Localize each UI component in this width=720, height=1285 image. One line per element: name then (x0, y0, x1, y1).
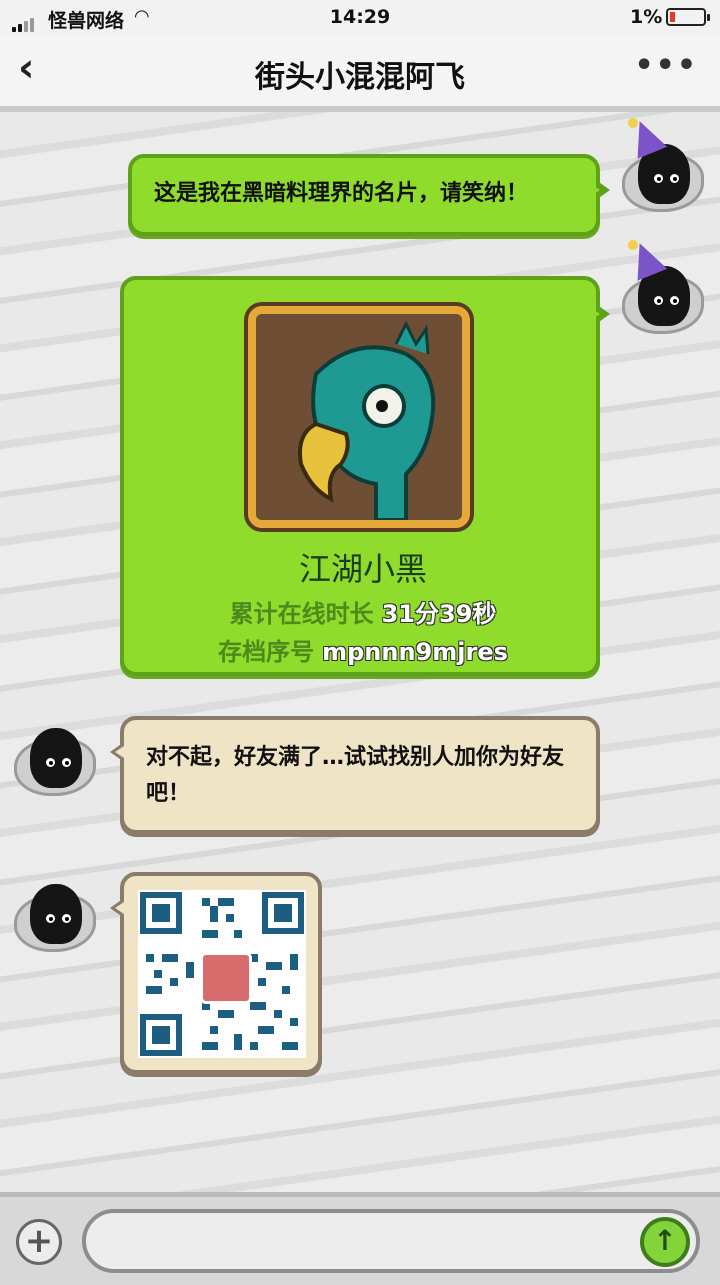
avatar-self[interactable] (620, 237, 706, 338)
save-id-label: 存档序号 (218, 638, 315, 666)
message-input[interactable] (82, 1209, 700, 1273)
message-bubble[interactable]: 这是我在黑暗料理界的名片，请笑纳！ (128, 154, 610, 236)
page-title: 街头小混混阿飞 (255, 60, 465, 95)
message-bubble[interactable]: 对不起，好友满了…试试找别人加你为好友吧！ (110, 716, 600, 834)
qr-finder-marker (140, 892, 182, 934)
qr-code-bubble[interactable] (110, 872, 322, 1074)
profile-card-bubble[interactable]: 江湖小黑 累计在线时长 31分39秒 存档序号 mpnnn9mjres (120, 276, 610, 676)
plus-icon[interactable]: + (16, 1219, 62, 1265)
online-time-label: 累计在线时长 (229, 600, 374, 628)
composer-bar: + ↑ (0, 1192, 720, 1285)
avatar-contact[interactable] (12, 704, 98, 800)
monster-logo-icon (200, 952, 252, 1004)
bird-portrait-icon (256, 314, 462, 520)
chat-header: ‹ 街头小混混阿飞 ••• (0, 36, 720, 112)
status-bar: 怪兽网络 ◠ 14:29 1% (0, 0, 720, 36)
qr-finder-marker (140, 1014, 182, 1056)
avatar-self[interactable] (620, 115, 706, 216)
qr-code-image[interactable] (138, 890, 306, 1058)
qr-finder-marker (262, 892, 304, 934)
more-dots-icon[interactable]: ••• (634, 48, 698, 83)
message-text: 这是我在黑暗料理界的名片，请笑纳！ (154, 181, 529, 206)
card-nickname: 江湖小黑 (298, 550, 427, 588)
save-id-value: mpnnn9mjres (322, 638, 508, 666)
battery-percent: 1% (630, 6, 663, 28)
online-time-row: 累计在线时长 31分39秒 (124, 594, 602, 629)
card-portrait-frame (248, 306, 470, 528)
save-id-row: 存档序号 mpnnn9mjres (124, 632, 602, 667)
send-arrow-up-icon[interactable]: ↑ (640, 1217, 690, 1267)
battery-icon (666, 8, 710, 26)
message-text: 对不起，好友满了…试试找别人加你为好友吧！ (146, 745, 565, 806)
status-time: 14:29 (329, 6, 391, 28)
avatar-contact[interactable] (12, 860, 98, 956)
online-time-value: 31分39秒 (381, 600, 497, 628)
